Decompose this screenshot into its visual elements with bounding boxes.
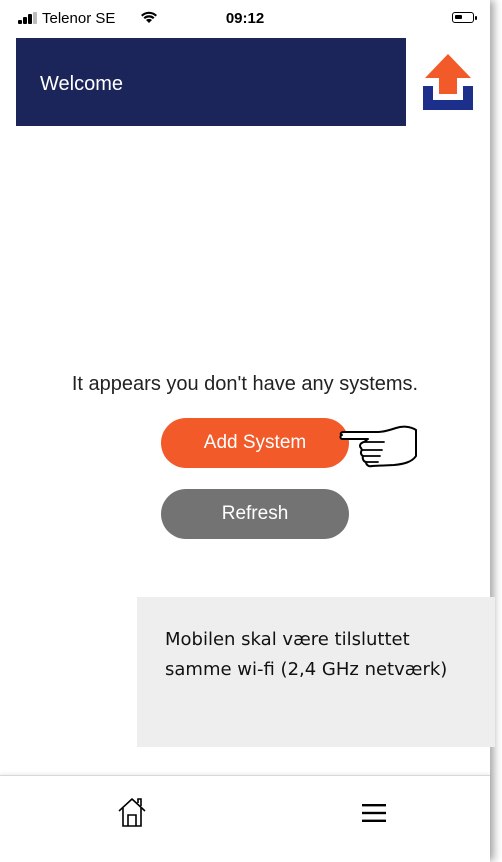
menu-icon[interactable] bbox=[362, 803, 386, 823]
add-system-button[interactable]: Add System bbox=[161, 418, 349, 468]
page-title: Welcome bbox=[40, 73, 123, 95]
logo bbox=[406, 38, 490, 126]
status-bar: Telenor SE 09:12 bbox=[0, 0, 490, 36]
app-header: Welcome bbox=[16, 38, 490, 126]
empty-state-message: It appears you don't have any systems. bbox=[71, 373, 419, 395]
bottom-navigation bbox=[0, 775, 490, 862]
app-screen: Telenor SE 09:12 Welcome It appears you … bbox=[0, 0, 495, 862]
status-time: 09:12 bbox=[225, 10, 265, 27]
info-note-box: Mobilen skal være tilsluttet samme wi-fi… bbox=[137, 597, 495, 747]
refresh-button[interactable]: Refresh bbox=[161, 489, 349, 539]
home-icon[interactable] bbox=[117, 796, 147, 828]
pointing-hand-icon bbox=[339, 425, 417, 468]
battery-icon bbox=[452, 12, 477, 23]
upload-arrow-logo-icon bbox=[423, 54, 473, 110]
info-note-text: Mobilen skal være tilsluttet samme wi-fi… bbox=[165, 629, 448, 680]
